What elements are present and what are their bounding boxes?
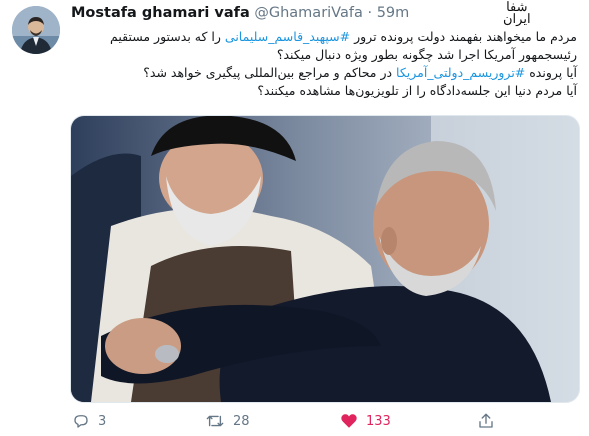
like-button[interactable]: 133 (340, 410, 391, 432)
tweet-line-1: مردم ما میخواهند بفهمند دولت پرونده ترور… (72, 28, 577, 46)
watermark-logo: شفا ایران (503, 1, 531, 27)
photo-illustration (71, 116, 579, 402)
hashtag-state-terrorism[interactable]: #تروریسم_دولتی_آمریکا (396, 65, 525, 80)
tweet-line-3: آیا پرونده #تروریسم_دولتی_آمریکا در محاک… (72, 64, 577, 82)
tweet-text: مردم ما میخواهند بفهمند دولت پرونده ترور… (72, 28, 577, 100)
reply-button[interactable]: 3 (72, 410, 106, 432)
share-icon (479, 413, 493, 428)
tweet-line-3-start: آیا پرونده (525, 65, 577, 80)
tweet-photo[interactable] (70, 115, 580, 403)
reply-icon (74, 415, 88, 428)
author-name[interactable]: Mostafa ghamari vafa (71, 5, 250, 21)
avatar[interactable] (12, 6, 60, 54)
tweet-line-1-start: مردم ما میخواهند بفهمند دولت پرونده ترور (350, 29, 577, 44)
retweet-count: 28 (233, 413, 250, 429)
retweet-button[interactable]: 28 (205, 410, 250, 432)
separator: · (367, 5, 373, 21)
reply-count: 3 (98, 413, 107, 429)
watermark-line2: ایران (503, 12, 531, 27)
tweet-line-1-end: را که بدستور مستقیم (110, 29, 225, 44)
hashtag-soleimani[interactable]: #سپهبد_قاسم_سلیمانی (225, 29, 350, 44)
tweet-line-3-end: در محاکم و مراجع بین‌المللی پیگیری خواهد… (143, 65, 397, 80)
tweet-header: Mostafa ghamari vafa @GhamariVafa · 59m (71, 5, 409, 21)
tweet-actions: 3 28 133 (72, 410, 577, 432)
like-count: 133 (366, 413, 391, 429)
tweet-line-4: آیا مردم دنیا این جلسه‌دادگاه را از تلوی… (257, 83, 577, 98)
share-button[interactable] (477, 410, 503, 432)
heart-icon (341, 414, 357, 428)
tweet-card[interactable]: Mostafa ghamari vafa @GhamariVafa · 59m … (0, 0, 589, 436)
tweet-time[interactable]: 59m (377, 5, 410, 21)
retweet-icon (206, 415, 224, 427)
author-handle[interactable]: @GhamariVafa (254, 5, 362, 21)
tweet-line-2: رئیسجمهور آمریکا اجرا شد چگونه بطور ویژه… (276, 47, 577, 62)
